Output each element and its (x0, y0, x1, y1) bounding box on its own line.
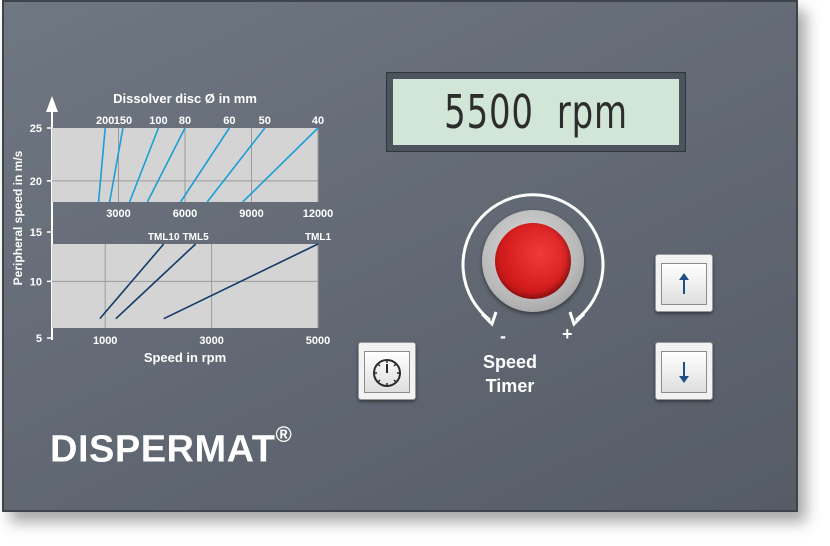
speed-up-button[interactable] (655, 254, 713, 312)
speed-unit: rpm (556, 85, 628, 139)
lower-chart-bg (52, 244, 318, 328)
disc-series-label: 200 (96, 115, 114, 127)
speed-value: 5500 (444, 85, 534, 139)
lower-x-tick-label: 3000 (199, 335, 223, 347)
brand-name: DISPERMAT (50, 428, 276, 471)
y-axis-arrow-icon (46, 96, 58, 112)
upper-x-tick-label: 12000 (303, 208, 334, 220)
knob-label: Speed Timer (450, 350, 570, 398)
speed-down-button-face[interactable] (661, 351, 707, 393)
lower-x-tick-label: 5000 (306, 335, 330, 347)
lcd-display-frame: 5500 rpm (386, 72, 686, 152)
lcd-display: 5500 rpm (393, 79, 679, 145)
lower-x-ticks: 1000 3000 5000 (93, 335, 330, 347)
timer-button[interactable] (358, 342, 416, 400)
disc-series-label: 40 (312, 115, 324, 127)
knob-cap[interactable] (495, 223, 571, 299)
upper-chart-title: Dissolver disc Ø in mm (113, 91, 257, 106)
y-tick-label: 25 (30, 123, 42, 135)
upper-x-tick-label: 6000 (173, 208, 197, 220)
disc-series-label: 50 (259, 115, 271, 127)
arrow-up-icon (679, 273, 689, 294)
disc-series-label: 100 (149, 115, 167, 127)
upper-x-ticks: 3000 6000 9000 12000 (106, 208, 333, 220)
decrease-sign: - (500, 326, 506, 346)
lower-chart (52, 243, 319, 328)
y-tick-label: 10 (30, 276, 42, 288)
upper-chart (52, 127, 319, 203)
knob-label-speed: Speed (482, 352, 538, 372)
knob-body[interactable] (482, 210, 584, 312)
lower-chart-xlabel: Speed in rpm (144, 350, 226, 365)
lower-x-tick-label: 1000 (93, 335, 117, 347)
y-tick-label: 5 (36, 333, 42, 345)
arrow-down-icon (679, 362, 689, 383)
brand-logo: DISPERMAT® (50, 422, 292, 472)
disc-series-label: 60 (223, 115, 235, 127)
upper-x-tick-label: 9000 (239, 208, 263, 220)
speed-up-button-face[interactable] (661, 263, 707, 305)
speed-down-button[interactable] (655, 342, 713, 400)
stopwatch-icon (373, 359, 401, 387)
y-tick-label: 20 (30, 176, 42, 188)
disc-series-label: 150 (114, 115, 132, 127)
upper-x-tick-label: 3000 (106, 208, 130, 220)
disc-series-label: 80 (179, 115, 191, 127)
timer-button-face[interactable] (364, 351, 410, 393)
y-tick-label: 15 (30, 227, 42, 239)
speed-readout: 5500 rpm (444, 85, 628, 139)
increase-sign: + (562, 324, 573, 344)
speed-timer-knob[interactable] (452, 178, 612, 338)
tml-series-label: TML10 (148, 232, 180, 243)
knob-label-timer: Timer (485, 376, 535, 396)
y-ticks: 25 20 15 10 5 (30, 123, 52, 345)
registered-mark: ® (275, 422, 293, 447)
tml-series-label: TML1 (305, 232, 332, 243)
tml-series-label: TML5 (183, 232, 210, 243)
y-axis-label: Peripheral speed in m/s (11, 150, 25, 285)
